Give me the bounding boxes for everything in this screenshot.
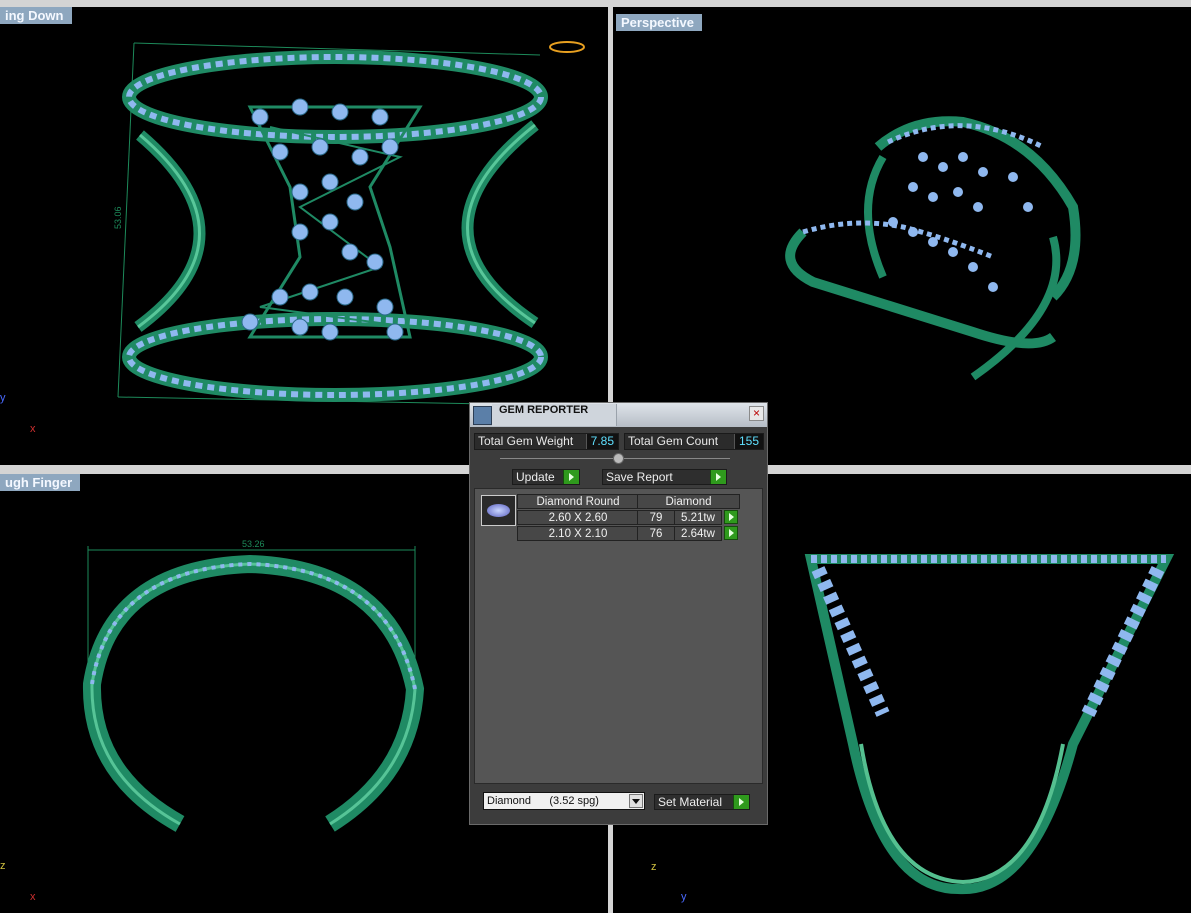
play-arrow-icon [733, 795, 749, 809]
y-axis-label: y [681, 891, 687, 903]
row-size: 2.60 X 2.60 [517, 510, 639, 525]
total-gem-weight-label: Total Gem Weight [478, 434, 574, 448]
y-axis-label: y [0, 392, 6, 404]
save-report-button[interactable]: Save Report [602, 469, 727, 485]
total-gem-weight-value: 7.85 [585, 434, 618, 449]
header-material: Diamond [637, 494, 740, 509]
total-gem-count-label: Total Gem Count [628, 434, 719, 448]
material-select-value: Diamond (3.52 spg) [487, 795, 599, 807]
dimension-height: 53.06 [113, 206, 123, 229]
total-gem-count-value: 155 [733, 434, 763, 449]
set-material-button[interactable]: Set Material [654, 794, 750, 810]
chevron-down-icon[interactable] [629, 794, 643, 808]
row-size: 2.10 X 2.10 [517, 526, 639, 541]
total-gem-weight: Total Gem Weight 7.85 [474, 433, 619, 450]
ring-top-view: 53.06 [113, 41, 585, 406]
total-gem-count: Total Gem Count 155 [624, 433, 764, 450]
play-arrow-icon [563, 470, 579, 484]
title-bar[interactable]: GEM REPORTER × [470, 403, 767, 427]
row-count: 76 [637, 526, 675, 541]
update-button[interactable]: Update [512, 469, 580, 485]
row-count: 79 [637, 510, 675, 525]
gem-list-panel: Diamond Round Diamond 2.60 X 2.60 79 5.2… [474, 488, 763, 784]
viewport-looking-down[interactable]: ing Down 53.06 y x [0, 7, 608, 465]
z-axis-label: z [651, 861, 657, 873]
set-material-label: Set Material [658, 795, 723, 809]
z-axis-label: z [0, 860, 6, 872]
row-expand-arrow-icon[interactable] [724, 510, 738, 524]
save-report-label: Save Report [606, 470, 673, 484]
x-axis-label: x [30, 891, 36, 903]
row-weight: 5.21tw [674, 510, 722, 525]
gem-reporter-icon [473, 406, 492, 425]
gem-reporter-dialog: GEM REPORTER × Total Gem Weight 7.85 Tot… [469, 402, 768, 825]
header-shape: Diamond Round [517, 494, 639, 509]
ring-perspective-view [785, 116, 1081, 381]
row-expand-arrow-icon[interactable] [724, 526, 738, 540]
slider-knob[interactable] [613, 453, 624, 464]
close-button[interactable]: × [749, 406, 764, 421]
viewport-perspective[interactable]: Perspective [613, 7, 1191, 465]
play-arrow-icon [710, 470, 726, 484]
material-select[interactable]: Diamond (3.52 spg) [483, 792, 645, 810]
dimension-width: 53.26 [242, 539, 265, 549]
x-axis-label: x [30, 423, 36, 435]
dialog-title: GEM REPORTER [499, 404, 589, 416]
update-label: Update [516, 470, 555, 484]
diamond-round-icon [481, 495, 516, 526]
row-weight: 2.64tw [674, 526, 722, 541]
